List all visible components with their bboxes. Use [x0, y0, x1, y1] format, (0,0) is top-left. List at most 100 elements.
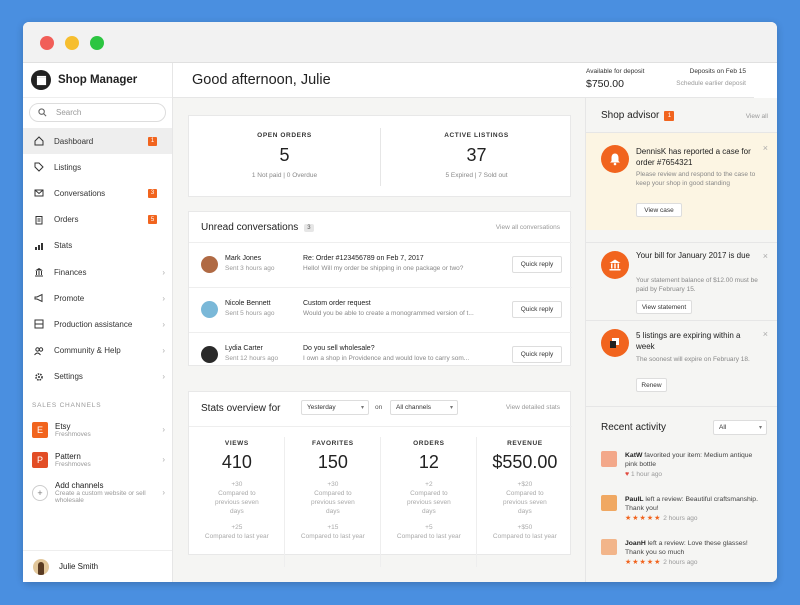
sidebar-item-listings[interactable]: Listings	[23, 154, 172, 180]
quick-reply-button[interactable]: Quick reply	[512, 346, 562, 363]
year-text: Compared to last year	[300, 533, 365, 540]
close-window-button[interactable]	[40, 36, 54, 50]
listing-icon	[601, 329, 629, 357]
bank-icon	[34, 267, 44, 277]
schedule-deposit-link[interactable]: Schedule earlier deposit	[676, 80, 746, 87]
maximize-window-button[interactable]	[90, 36, 104, 50]
conversation-row[interactable]: Mark Jones Sent 3 hours ago Re: Order #1…	[189, 242, 572, 286]
active-listings-stat[interactable]: ACTIVE LISTINGS 37 5 Expired | 7 Sold ou…	[381, 116, 572, 198]
search-input[interactable]: Search	[29, 103, 166, 122]
sidebar-item-label: Promote	[54, 293, 85, 303]
stats-card: Stats overview for Yesterday ▾ on All ch…	[188, 391, 572, 567]
view-statement-button[interactable]: View statement	[636, 300, 692, 314]
plus-icon: +	[32, 484, 48, 501]
activity-description: left a review: Beautiful craftsmanship. …	[625, 496, 758, 512]
shop-advisor-panel: Shop advisor 1 View all DennisK has repo…	[585, 98, 777, 582]
chevron-down-icon: ▾	[758, 425, 762, 431]
chevron-right-icon: ›	[162, 488, 165, 498]
favorites-stat[interactable]: FAVORITES 150 +30 Compared to previous s…	[285, 427, 381, 577]
close-icon[interactable]: ×	[763, 329, 768, 339]
sidebar-item-promote[interactable]: Promote ›	[23, 285, 172, 311]
available-label: Available for deposit	[586, 68, 645, 75]
renew-button[interactable]: Renew	[636, 378, 667, 392]
sent-time: Sent 5 hours ago	[225, 310, 275, 317]
channel-pattern[interactable]: P Pattern Freshmoves ›	[23, 445, 172, 475]
activity-meta: ♥ 1 hour ago	[625, 470, 765, 479]
activity-user: PaulL	[625, 496, 644, 503]
user-profile[interactable]: Julie Smith	[23, 550, 172, 582]
chevron-right-icon: ›	[162, 425, 165, 435]
prev-delta: +30	[231, 481, 243, 488]
channel-select[interactable]: All channels ▾	[390, 400, 458, 415]
brand[interactable]: Shop Manager	[23, 63, 172, 98]
period-value: Yesterday	[307, 404, 336, 411]
view-all-conversations-link[interactable]: View all conversations	[496, 224, 560, 231]
heart-icon: ♥	[625, 471, 630, 478]
bar-chart-icon	[34, 241, 44, 251]
activity-item[interactable]: KatW favorited your item: Medium antique…	[601, 451, 771, 481]
shop-icon	[31, 70, 51, 90]
add-channels[interactable]: + Add channels Create a custom website o…	[23, 475, 172, 511]
year-delta: +$50	[517, 524, 533, 531]
sidebar-item-label: Community & Help	[54, 346, 121, 356]
sidebar-item-label: Dashboard	[54, 136, 94, 146]
channel-name: Add channels	[55, 481, 104, 491]
sales-channels-heading: SALES CHANNELS	[32, 401, 102, 409]
open-orders-stat[interactable]: OPEN ORDERS 5 1 Not paid | 0 Overdue	[189, 116, 380, 198]
year-text: Compared to last year	[492, 533, 557, 540]
activity-item[interactable]: JoanH left a review: Love these glasses!…	[601, 539, 771, 569]
message-preview: Would you be able to create a monogramme…	[303, 310, 474, 317]
sidebar-item-finances[interactable]: Finances ›	[23, 259, 172, 285]
sidebar-item-label: Orders	[54, 215, 79, 225]
overview-card: OPEN ORDERS 5 1 Not paid | 0 Overdue ACT…	[188, 115, 571, 197]
activity-time: 1 hour ago	[630, 471, 663, 478]
revenue-stat[interactable]: REVENUE $550.00 +$20 Compared to previou…	[477, 427, 573, 577]
advisor-body: Please review and respond to the case to…	[636, 171, 756, 187]
channel-etsy[interactable]: E Etsy Freshmoves ›	[23, 415, 172, 445]
sidebar-item-settings[interactable]: Settings ›	[23, 364, 172, 390]
channel-value: All channels	[396, 404, 432, 411]
close-icon[interactable]: ×	[763, 251, 768, 261]
view-all-advisor-link[interactable]: View all	[746, 113, 768, 120]
quick-reply-button[interactable]: Quick reply	[512, 256, 562, 273]
activity-filter-select[interactable]: All ▾	[713, 420, 767, 435]
channel-name: Etsy	[55, 421, 71, 431]
sidebar-item-label: Production assistance	[54, 319, 133, 329]
count-badge: 3	[304, 223, 314, 232]
conversations-card: Unread conversations 3 View all conversa…	[188, 211, 572, 367]
prev-text: Compared to previous seven days	[503, 490, 547, 515]
orders-stat[interactable]: ORDERS 12 +2 Compared to previous seven …	[381, 427, 477, 577]
on-label: on	[375, 404, 383, 411]
chevron-down-icon: ▾	[449, 405, 453, 411]
sidebar-item-dashboard[interactable]: Dashboard 1	[23, 128, 172, 155]
year-text: Compared to last year	[396, 533, 461, 540]
sidebar-item-production-assistance[interactable]: Production assistance ›	[23, 311, 172, 337]
sidebar-item-label: Finances	[54, 267, 87, 277]
sidebar-item-community-help[interactable]: Community & Help ›	[23, 338, 172, 364]
sidebar-item-orders[interactable]: Orders 5	[23, 207, 172, 233]
advisor-item: Your bill for January 2017 is due Your s…	[586, 242, 777, 320]
quick-reply-button[interactable]: Quick reply	[512, 301, 562, 318]
sidebar-item-label: Stats	[54, 241, 73, 251]
stat-value: 37	[466, 145, 487, 165]
sidebar-item-label: Settings	[54, 372, 83, 382]
sidebar-item-conversations[interactable]: Conversations 3	[23, 180, 172, 206]
activity-text: JoanH left a review: Love these glasses!…	[625, 539, 765, 567]
period-select[interactable]: Yesterday ▾	[301, 400, 369, 415]
view-detailed-stats-link[interactable]: View detailed stats	[506, 404, 560, 411]
factory-icon	[34, 319, 44, 329]
conversation-row[interactable]: Nicole Bennett Sent 5 hours ago Custom o…	[189, 287, 572, 331]
close-icon[interactable]: ×	[763, 143, 768, 153]
views-stat[interactable]: VIEWS 410 +30 Compared to previous seven…	[189, 427, 285, 577]
item-thumbnail	[601, 451, 617, 467]
conversation-row[interactable]: Lydia Carter Sent 12 hours ago Do you se…	[189, 332, 572, 367]
etsy-logo-icon: E	[32, 421, 48, 438]
sidebar-item-stats[interactable]: Stats	[23, 233, 172, 259]
minimize-window-button[interactable]	[65, 36, 79, 50]
view-case-button[interactable]: View case	[636, 203, 682, 217]
advisor-heading: DennisK has reported a case for order #7…	[636, 147, 751, 167]
activity-time: 2 hours ago	[663, 515, 698, 522]
avatar	[201, 346, 218, 363]
activity-item[interactable]: PaulL left a review: Beautiful craftsman…	[601, 495, 771, 525]
activity-text: PaulL left a review: Beautiful craftsman…	[625, 495, 765, 523]
